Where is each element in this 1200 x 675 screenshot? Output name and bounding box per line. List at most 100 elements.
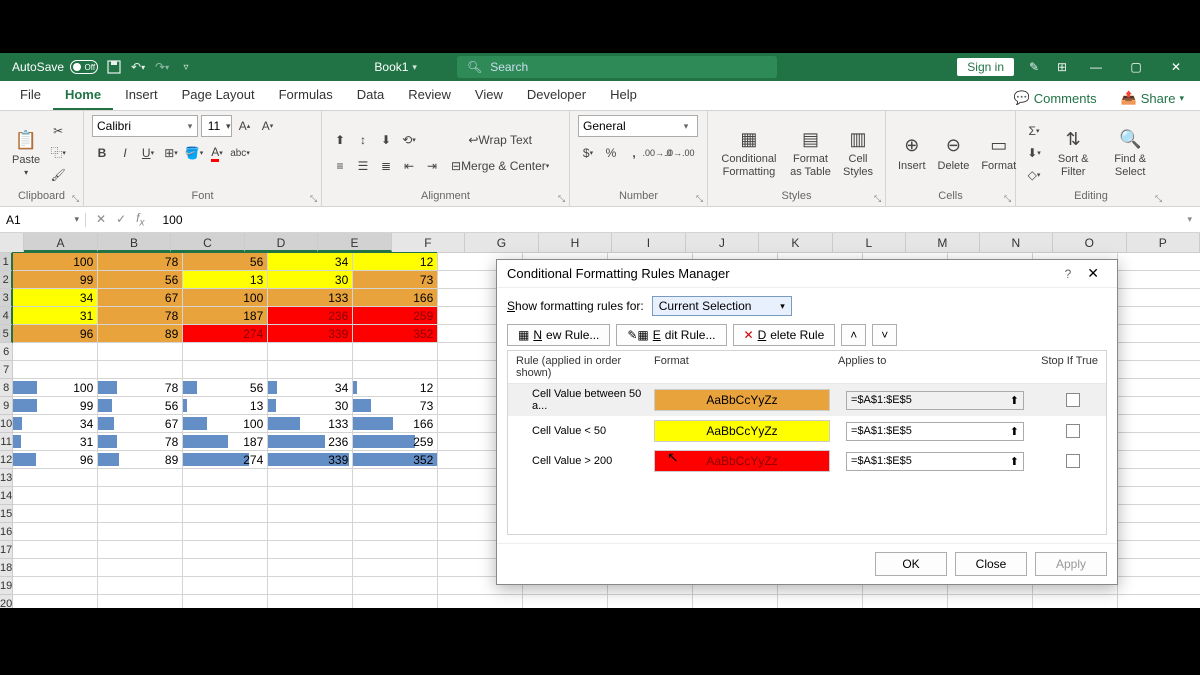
cell[interactable] xyxy=(98,469,183,487)
delete-cells-button[interactable]: ⊖Delete xyxy=(934,132,974,174)
minimize-button[interactable]: — xyxy=(1082,60,1110,74)
col-header-N[interactable]: N xyxy=(980,233,1053,252)
cell[interactable]: 56 xyxy=(98,271,183,289)
row-header-16[interactable]: 16 xyxy=(0,523,13,541)
cell[interactable]: 30 xyxy=(268,271,353,289)
cancel-formula-icon[interactable]: ✕ xyxy=(96,212,106,226)
cell[interactable]: 274 xyxy=(183,325,268,343)
col-header-J[interactable]: J xyxy=(686,233,759,252)
cell[interactable] xyxy=(353,559,438,577)
cell[interactable] xyxy=(13,361,98,379)
cell-styles-button[interactable]: ▥Cell Styles xyxy=(839,125,877,179)
cell[interactable] xyxy=(183,469,268,487)
cell[interactable] xyxy=(13,559,98,577)
cell[interactable]: 73 xyxy=(353,397,438,415)
cell[interactable]: 96 xyxy=(13,325,98,343)
cell[interactable]: 67 xyxy=(98,415,183,433)
cell[interactable] xyxy=(1118,289,1200,307)
cell[interactable] xyxy=(268,559,353,577)
font-size-select[interactable]: ▾ xyxy=(201,115,232,137)
col-header-I[interactable]: I xyxy=(612,233,685,252)
cell[interactable] xyxy=(268,523,353,541)
cell[interactable] xyxy=(353,361,438,379)
tab-help[interactable]: Help xyxy=(598,81,649,110)
tab-view[interactable]: View xyxy=(463,81,515,110)
cell[interactable]: 78 xyxy=(98,307,183,325)
mode-icon[interactable]: ⊞ xyxy=(1054,59,1070,75)
cell[interactable] xyxy=(1118,451,1200,469)
sort-filter-button[interactable]: ⇅Sort & Filter xyxy=(1048,125,1098,179)
rule-row[interactable]: Cell Value < 50AaBbCcYyZz=$A$1:$E$5⬆ xyxy=(508,416,1106,446)
redo-icon[interactable]: ↷▾ xyxy=(154,59,170,75)
cell[interactable]: 339 xyxy=(268,325,353,343)
cell[interactable] xyxy=(13,577,98,595)
tab-data[interactable]: Data xyxy=(345,81,396,110)
decrease-font-icon[interactable]: A▾ xyxy=(258,116,278,136)
applies-to-input[interactable]: =$A$1:$E$5⬆ xyxy=(846,391,1024,410)
col-header-K[interactable]: K xyxy=(759,233,832,252)
cell[interactable] xyxy=(268,541,353,559)
show-rules-combo[interactable]: Current Selection▾ xyxy=(652,296,792,316)
cell[interactable]: 99 xyxy=(13,271,98,289)
cell[interactable] xyxy=(523,595,608,608)
formula-input[interactable]: 100 xyxy=(154,213,1179,227)
signin-button[interactable]: Sign in xyxy=(957,58,1014,76)
font-color-icon[interactable]: A▾ xyxy=(207,143,227,163)
col-header-O[interactable]: O xyxy=(1053,233,1126,252)
tab-formulas[interactable]: Formulas xyxy=(267,81,345,110)
cell[interactable] xyxy=(268,505,353,523)
undo-icon[interactable]: ↶▾ xyxy=(130,59,146,75)
cell[interactable] xyxy=(1118,325,1200,343)
align-bottom-icon[interactable]: ⬇ xyxy=(376,130,396,150)
cell[interactable] xyxy=(183,523,268,541)
col-header-B[interactable]: B xyxy=(98,233,171,252)
document-title[interactable]: Book1▾ xyxy=(374,60,417,74)
cell[interactable] xyxy=(13,595,98,608)
conditional-formatting-button[interactable]: ▦Conditional Formatting xyxy=(716,125,782,179)
col-header-F[interactable]: F xyxy=(392,233,465,252)
rule-row[interactable]: Cell Value between 50 a...AaBbCcYyZz=$A$… xyxy=(508,384,1106,416)
decrease-indent-icon[interactable]: ⇤ xyxy=(399,156,419,176)
cell[interactable]: 56 xyxy=(183,253,268,271)
currency-icon[interactable]: $▾ xyxy=(578,143,598,163)
increase-decimal-icon[interactable]: .00→.0 xyxy=(647,143,667,163)
insert-cells-button[interactable]: ⊕Insert xyxy=(894,132,930,174)
row-header-4[interactable]: 4 xyxy=(0,307,13,325)
cell[interactable]: 96 xyxy=(13,451,98,469)
cell[interactable] xyxy=(183,577,268,595)
percent-icon[interactable]: % xyxy=(601,143,621,163)
cell[interactable]: 13 xyxy=(183,397,268,415)
col-header-H[interactable]: H xyxy=(539,233,612,252)
cell[interactable] xyxy=(1033,595,1118,608)
cell[interactable]: 89 xyxy=(98,451,183,469)
row-header-9[interactable]: 9 xyxy=(0,397,13,415)
row-header-7[interactable]: 7 xyxy=(0,361,13,379)
delete-rule-button[interactable]: ✕Delete Rule xyxy=(733,324,836,346)
cell[interactable] xyxy=(1118,469,1200,487)
row-header-14[interactable]: 14 xyxy=(0,487,13,505)
cell[interactable] xyxy=(778,595,863,608)
format-cells-button[interactable]: ▭Format xyxy=(977,132,1020,174)
cell[interactable]: 187 xyxy=(183,433,268,451)
cell[interactable] xyxy=(353,469,438,487)
cell[interactable]: 78 xyxy=(98,433,183,451)
help-button[interactable]: ? xyxy=(1057,267,1080,281)
align-top-icon[interactable]: ⬆ xyxy=(330,130,350,150)
cell[interactable]: 34 xyxy=(13,415,98,433)
cell[interactable] xyxy=(98,577,183,595)
cell[interactable] xyxy=(183,505,268,523)
row-header-12[interactable]: 12 xyxy=(0,451,13,469)
cell[interactable]: 89 xyxy=(98,325,183,343)
find-select-button[interactable]: 🔍Find & Select xyxy=(1102,125,1158,179)
tab-page-layout[interactable]: Page Layout xyxy=(170,81,267,110)
ok-button[interactable]: OK xyxy=(875,552,947,576)
underline-button[interactable]: U▾ xyxy=(138,143,158,163)
orientation-icon[interactable]: ⟲▾ xyxy=(399,130,419,150)
cell[interactable] xyxy=(353,487,438,505)
row-header-6[interactable]: 6 xyxy=(0,343,13,361)
col-header-A[interactable]: A xyxy=(24,233,97,252)
cell[interactable] xyxy=(13,469,98,487)
col-header-C[interactable]: C xyxy=(171,233,244,252)
cell[interactable]: 236 xyxy=(268,307,353,325)
autosum-icon[interactable]: Σ▾ xyxy=(1024,121,1044,141)
